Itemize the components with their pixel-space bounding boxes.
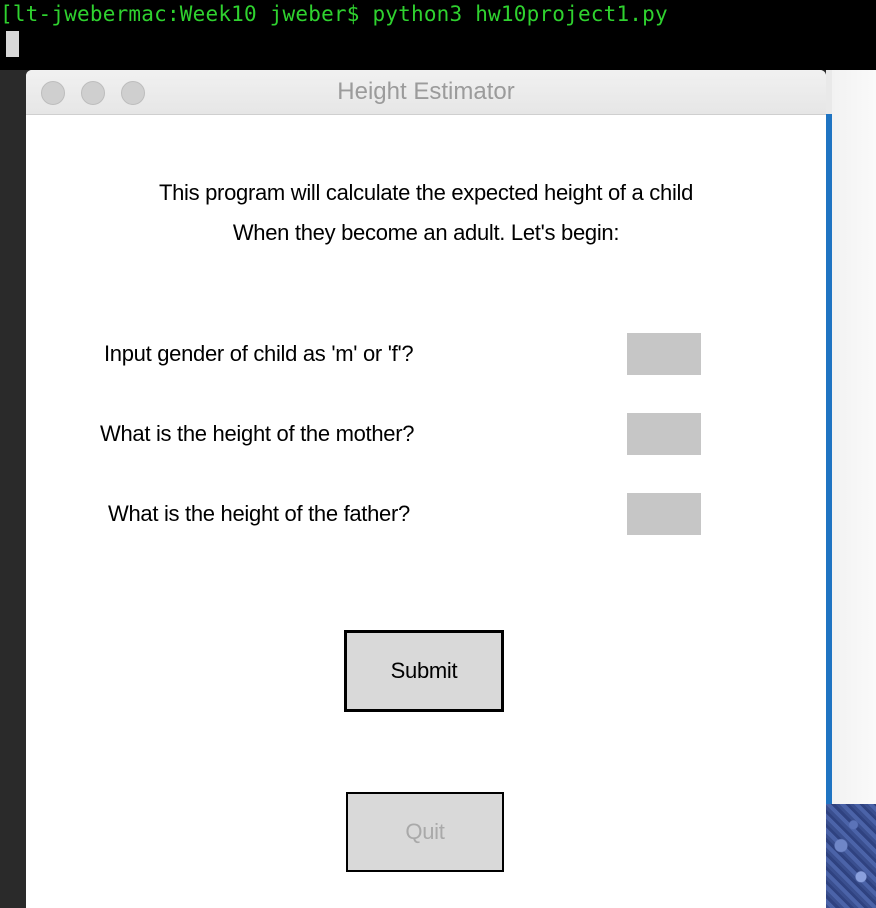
window-content: This program will calculate the expected…	[26, 115, 826, 908]
father-height-input[interactable]	[627, 493, 701, 535]
window-title: Height Estimator	[337, 78, 515, 105]
desktop-background-left	[0, 70, 26, 908]
title-bar[interactable]: Height Estimator	[26, 70, 826, 115]
terminal-window: [lt-jwebermac:Week10 jweber$ python3 hw1…	[0, 0, 876, 70]
quit-button[interactable]: Quit	[346, 792, 504, 872]
father-height-question-label: What is the height of the father?	[108, 501, 410, 526]
intro-text-line-1: This program will calculate the expected…	[158, 180, 694, 205]
gender-input[interactable]	[627, 333, 701, 375]
submit-button[interactable]: Submit	[344, 630, 504, 712]
intro-text-line-2: When they become an adult. Let's begin:	[232, 220, 620, 245]
background-window	[832, 70, 876, 804]
desktop-wallpaper	[826, 804, 876, 908]
terminal-cursor	[6, 31, 19, 57]
height-estimator-window: Height Estimator This program will calcu…	[26, 70, 826, 908]
mother-height-input[interactable]	[627, 413, 701, 455]
gender-question-label: Input gender of child as 'm' or 'f'?	[104, 341, 414, 366]
background-window-edge	[826, 114, 832, 804]
mother-height-question-label: What is the height of the mother?	[100, 421, 415, 446]
terminal-command-line: [lt-jwebermac:Week10 jweber$ python3 hw1…	[0, 2, 668, 26]
